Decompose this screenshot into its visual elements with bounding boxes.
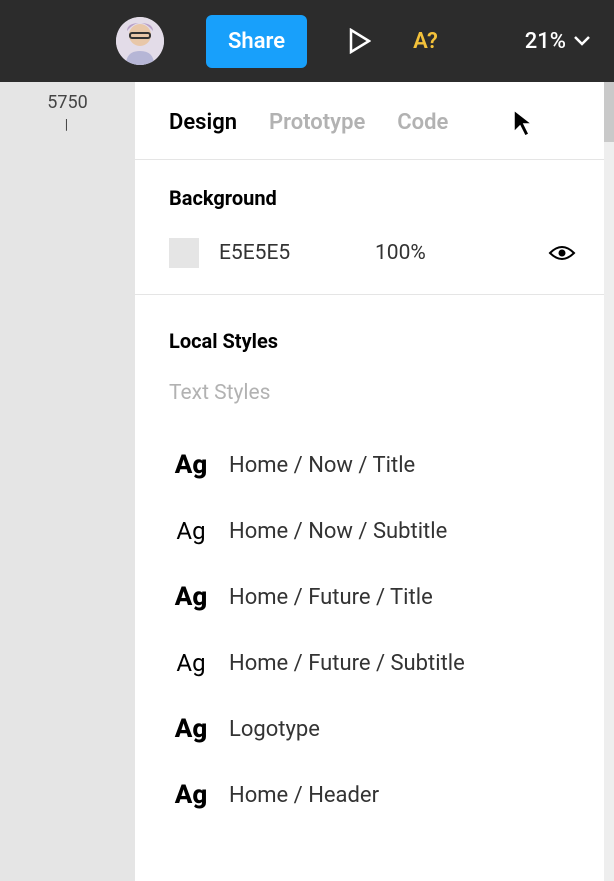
canvas-ruler: 5750 | <box>0 82 135 133</box>
background-swatch[interactable] <box>169 238 199 268</box>
text-style-item[interactable]: Ag Home / Header <box>169 763 576 827</box>
scrollbar-thumb[interactable] <box>604 82 614 142</box>
zoom-value: 21% <box>525 29 566 54</box>
background-opacity[interactable]: 100% <box>375 241 426 265</box>
style-name: Home / Header <box>229 783 379 808</box>
missing-fonts-button[interactable]: A? <box>413 29 438 54</box>
properties-panel: Design Prototype Code Background E5E5E5 … <box>135 82 610 881</box>
style-preview-icon: Ag <box>171 517 211 545</box>
text-styles-subheader: Text Styles <box>169 381 576 405</box>
background-title: Background <box>169 186 576 210</box>
zoom-control[interactable]: 21% <box>525 29 590 54</box>
style-preview-icon: Ag <box>171 780 211 810</box>
text-style-item[interactable]: Ag Home / Now / Subtitle <box>169 499 576 563</box>
style-preview-icon: Ag <box>171 649 211 677</box>
visibility-toggle-icon[interactable] <box>548 244 576 262</box>
local-styles-title: Local Styles <box>169 329 576 353</box>
background-row[interactable]: E5E5E5 100% <box>169 238 576 268</box>
text-style-item[interactable]: Ag Home / Future / Subtitle <box>169 631 576 695</box>
ruler-tick: | <box>0 117 135 133</box>
topbar: Share A? 21% <box>0 0 614 82</box>
style-name: Home / Now / Subtitle <box>229 519 447 544</box>
text-style-item[interactable]: Ag Home / Future / Title <box>169 565 576 629</box>
background-hex[interactable]: E5E5E5 <box>219 241 329 265</box>
background-section: Background E5E5E5 100% <box>135 160 610 294</box>
tab-prototype[interactable]: Prototype <box>269 110 365 135</box>
text-style-item[interactable]: Ag Logotype <box>169 697 576 761</box>
present-icon[interactable] <box>349 28 371 54</box>
tab-design[interactable]: Design <box>169 110 237 135</box>
scrollbar[interactable] <box>604 82 614 881</box>
style-name: Home / Future / Subtitle <box>229 651 465 676</box>
text-style-item[interactable]: Ag Home / Now / Title <box>169 433 576 497</box>
panel-tabs: Design Prototype Code <box>135 82 610 160</box>
text-style-list: Ag Home / Now / Title Ag Home / Now / Su… <box>169 433 576 827</box>
ruler-value: 5750 <box>0 92 135 113</box>
style-preview-icon: Ag <box>171 450 211 480</box>
style-preview-icon: Ag <box>171 582 211 612</box>
style-preview-icon: Ag <box>171 714 211 744</box>
style-name: Logotype <box>229 717 320 742</box>
local-styles-section: Local Styles Text Styles Ag Home / Now /… <box>135 295 610 827</box>
tab-code[interactable]: Code <box>397 110 448 135</box>
chevron-down-icon <box>574 36 590 46</box>
style-name: Home / Future / Title <box>229 585 433 610</box>
share-button[interactable]: Share <box>206 15 307 68</box>
avatar[interactable] <box>116 17 164 65</box>
style-name: Home / Now / Title <box>229 453 415 478</box>
